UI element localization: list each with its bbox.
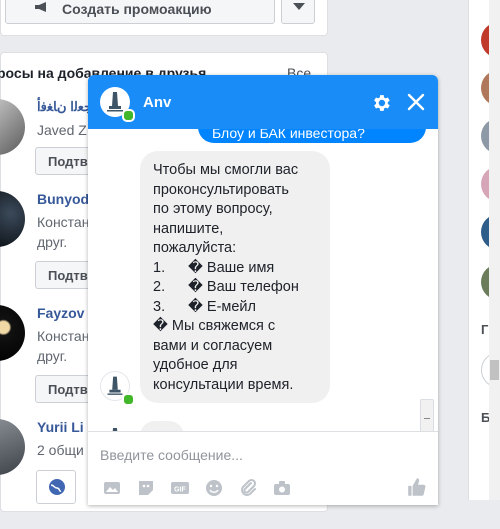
list-number: 2. xyxy=(153,279,166,295)
promo-dropdown-button[interactable] xyxy=(281,0,315,24)
gif-icon[interactable]: GIF xyxy=(170,478,190,498)
svg-text:GIF: GIF xyxy=(174,487,186,494)
promo-bar: Создать промоакцию xyxy=(0,0,328,36)
friend-name[interactable]: Yurii Li xyxy=(37,419,84,435)
message-line: по этому вопросу, xyxy=(153,201,273,217)
like-icon[interactable] xyxy=(406,476,428,498)
megaphone-icon xyxy=(35,2,46,12)
message-line: вами и согласуем xyxy=(153,337,273,354)
friend-sub-line: друг. xyxy=(37,348,68,364)
create-promo-button[interactable]: Создать промоакцию xyxy=(5,0,275,24)
friend-sub-line: 2 общи xyxy=(37,442,84,458)
message-input[interactable] xyxy=(98,441,422,469)
close-icon[interactable] xyxy=(406,92,426,112)
friend-name[interactable]: Fayzov xyxy=(37,305,84,321)
message-line: Чтобы мы смогли вас xyxy=(153,162,299,178)
outgoing-message: Блоу и БАК инвестора? xyxy=(198,129,426,143)
page-scrollbar-thumb[interactable] xyxy=(490,360,499,380)
attach-icon[interactable] xyxy=(238,478,258,498)
globe-icon xyxy=(49,479,65,495)
messenger-chat-window: Anv Блоу и БАК инвестора? Чтобы мы смогл… xyxy=(88,75,438,505)
chat-scrollbar-thumb[interactable] xyxy=(420,399,434,431)
list-number: 1. xyxy=(153,259,166,276)
typing-indicator xyxy=(140,421,184,431)
avatar[interactable] xyxy=(0,419,25,475)
chat-title[interactable]: Anv xyxy=(143,94,171,111)
friend-sub-line: друг. xyxy=(37,234,68,250)
camera-icon[interactable] xyxy=(272,478,292,498)
sticker-icon[interactable] xyxy=(136,478,156,498)
list-text: � Е-мейл xyxy=(188,298,256,315)
sender-avatar[interactable] xyxy=(100,423,130,431)
online-indicator xyxy=(122,393,135,406)
message-line: напишите, xyxy=(153,220,224,237)
create-promo-label: Создать промоакцию xyxy=(62,1,212,17)
friend-sub-line: Javed Z xyxy=(37,122,87,138)
logo-tower-icon xyxy=(112,428,118,431)
message-line: удобное для xyxy=(153,357,238,373)
gear-icon[interactable] xyxy=(370,92,392,114)
message-line: � Мы свяжемся с xyxy=(153,318,276,334)
page-scrollbar[interactable] xyxy=(489,0,500,500)
list-text: � Ваш телефон xyxy=(188,279,299,295)
message-list-item: 2. � Ваш телефон xyxy=(153,278,320,298)
friend-name[interactable]: Bunyod xyxy=(37,191,89,207)
avatar[interactable] xyxy=(0,99,25,155)
list-number: 3. xyxy=(153,298,166,315)
message-composer: GIF xyxy=(88,431,438,505)
incoming-message: Чтобы мы смогли вас проконсультировать п… xyxy=(140,151,330,403)
chat-header[interactable]: Anv xyxy=(88,75,438,129)
emoji-icon[interactable] xyxy=(204,478,224,498)
friend-sub-line: Констан xyxy=(37,214,90,230)
avatar[interactable] xyxy=(0,191,25,247)
message-list[interactable]: Блоу и БАК инвестора? Чтобы мы смогли ва… xyxy=(88,129,438,431)
message-list-item: 1. � Ваше имя xyxy=(153,259,320,279)
language-button[interactable] xyxy=(36,470,76,504)
photo-icon[interactable] xyxy=(102,478,122,498)
online-indicator xyxy=(122,109,135,122)
message-line: проконсультировать xyxy=(153,181,289,198)
message-list-item: 3. � Е-мейл xyxy=(153,298,320,318)
message-line: консультации время. xyxy=(153,376,294,393)
avatar[interactable] xyxy=(0,305,25,361)
list-text: � Ваше имя xyxy=(188,259,275,276)
message-line: пожалуйста: xyxy=(153,240,237,256)
friend-sub-line: Констан xyxy=(37,328,90,344)
